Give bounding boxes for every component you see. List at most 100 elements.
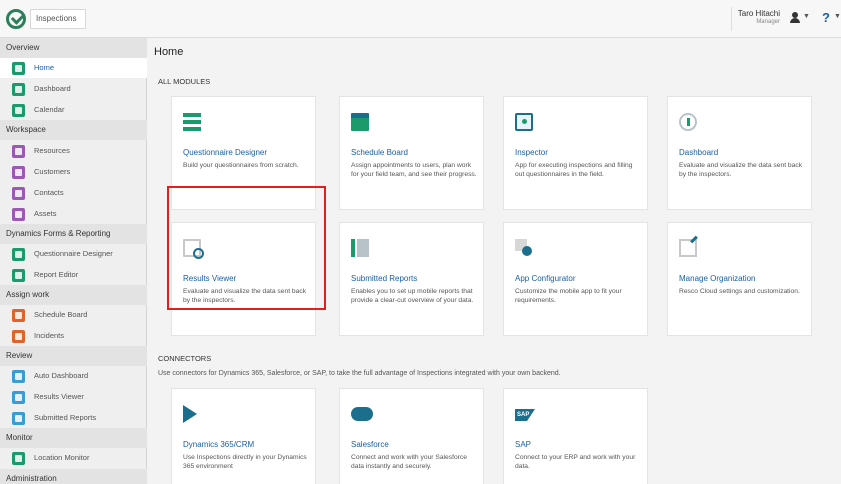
questionnaire-icon (12, 248, 25, 261)
sidebar-section-review: Review (0, 346, 147, 366)
sidebar-item-label: Results Viewer (34, 392, 84, 401)
results-viewer-highlight (167, 186, 326, 310)
module-card-inspector[interactable]: Inspector App for executing inspections … (503, 96, 648, 210)
connector-card-dynamics-365[interactable]: Dynamics 365/CRM Use Inspections directl… (171, 388, 316, 484)
module-card-submitted-reports[interactable]: Submitted Reports Enables you to set up … (339, 222, 484, 336)
report-editor-icon (12, 269, 25, 282)
results-viewer-icon (12, 391, 25, 404)
sidebar-section-assign-work: Assign work (0, 285, 147, 305)
sidebar-section-overview: Overview (0, 38, 147, 58)
location-monitor-icon (12, 452, 25, 465)
incidents-icon (12, 330, 25, 343)
salesforce-icon (351, 407, 373, 421)
module-description: Evaluate and visualize the data sent bac… (679, 162, 803, 178)
connector-description: Use Inspections directly in your Dynamic… (183, 454, 307, 470)
submitted-reports-icon (12, 412, 25, 425)
module-card-manage-organization[interactable]: Manage Organization Resco Cloud settings… (667, 222, 812, 336)
module-description: App for executing inspections and fillin… (515, 162, 633, 178)
connector-description: Connect to your ERP and work with your d… (515, 454, 636, 470)
module-title: Manage Organization (679, 274, 756, 283)
sidebar-item-location-monitor[interactable]: Location Monitor (0, 448, 147, 468)
module-card-dashboard[interactable]: Dashboard Evaluate and visualize the dat… (667, 96, 812, 210)
module-title: App Configurator (515, 274, 576, 283)
sidebar-item-label: Location Monitor (34, 453, 90, 462)
connector-title: Dynamics 365/CRM (183, 440, 255, 449)
chevron-down-icon[interactable]: ▼ (834, 13, 841, 20)
module-title: Schedule Board (351, 148, 408, 157)
sidebar: Overview Home Dashboard Calendar Workspa… (0, 38, 147, 484)
schedule-icon (12, 309, 25, 322)
auto-dashboard-icon (12, 370, 25, 383)
module-title: Submitted Reports (351, 274, 418, 283)
home-icon (12, 62, 25, 75)
sidebar-item-report-editor[interactable]: Report Editor (0, 265, 147, 285)
module-title: Questionnaire Designer (183, 148, 268, 157)
module-description: Build your questionnaires from scratch. (183, 162, 299, 169)
module-title: Inspector (515, 148, 548, 157)
dynamics-icon (183, 405, 197, 423)
gear-icon (515, 239, 532, 256)
sidebar-item-label: Report Editor (34, 270, 79, 279)
reports-icon (351, 239, 369, 257)
sidebar-item-label: Questionnaire Designer (34, 249, 113, 258)
page-title: Home (154, 46, 184, 58)
sidebar-item-label: Resources (34, 146, 70, 155)
connector-card-salesforce[interactable]: Salesforce Connect and work with your Sa… (339, 388, 484, 484)
connectors-heading: CONNECTORS (158, 354, 212, 363)
sidebar-section-administration: Administration (0, 469, 147, 484)
sidebar-item-resources[interactable]: Resources (0, 141, 147, 161)
sidebar-item-questionnaire-designer[interactable]: Questionnaire Designer (0, 244, 147, 264)
sidebar-item-auto-dashboard[interactable]: Auto Dashboard (0, 366, 147, 386)
organization-icon (679, 239, 697, 257)
module-card-app-configurator[interactable]: App Configurator Customize the mobile ap… (503, 222, 648, 336)
schedule-icon (351, 113, 369, 131)
sidebar-item-results-viewer[interactable]: Results Viewer (0, 387, 147, 407)
module-card-schedule-board[interactable]: Schedule Board Assign appointments to us… (339, 96, 484, 210)
user-role: Manager (756, 19, 780, 25)
sidebar-item-label: Home (34, 63, 55, 72)
sidebar-section-forms-reporting: Dynamics Forms & Reporting (0, 224, 147, 244)
sidebar-item-customers[interactable]: Customers (0, 162, 147, 182)
module-description: Resco Cloud settings and customization. (679, 288, 800, 295)
sidebar-item-label: Customers (34, 167, 71, 176)
app-logo-icon[interactable] (6, 9, 26, 29)
connector-title: SAP (515, 440, 532, 449)
sidebar-item-label: Contacts (34, 188, 64, 197)
sidebar-item-calendar[interactable]: Calendar (0, 100, 147, 120)
connectors-description: Use connectors for Dynamics 365, Salesfo… (158, 370, 561, 377)
module-description: Assign appointments to users, plan work … (351, 162, 477, 178)
help-icon[interactable]: ? (822, 10, 830, 25)
sidebar-item-incidents[interactable]: Incidents (0, 326, 147, 346)
app-title[interactable]: Inspections (30, 9, 86, 29)
chevron-down-icon[interactable]: ▼ (803, 13, 810, 20)
sidebar-item-label: Calendar (34, 105, 65, 114)
sidebar-item-dashboard[interactable]: Dashboard (0, 79, 147, 99)
sidebar-section-monitor: Monitor (0, 428, 147, 448)
connector-card-sap[interactable]: SAP SAP Connect to your ERP and work wit… (503, 388, 648, 484)
sidebar-item-label: Dashboard (34, 84, 71, 93)
dashboard-icon (679, 113, 697, 131)
module-title: Dashboard (679, 148, 719, 157)
dashboard-icon (12, 83, 25, 96)
sidebar-item-assets[interactable]: Assets (0, 204, 147, 224)
sidebar-item-label: Incidents (34, 331, 65, 340)
connector-title: Salesforce (351, 440, 389, 449)
sap-icon: SAP (515, 409, 535, 421)
sidebar-item-label: Schedule Board (34, 310, 88, 319)
sidebar-item-label: Submitted Reports (34, 413, 97, 422)
sidebar-item-label: Auto Dashboard (34, 371, 89, 380)
sidebar-item-home[interactable]: Home (0, 58, 147, 78)
customers-icon (12, 166, 25, 179)
user-name: Taro Hitachi (737, 9, 780, 18)
connector-description: Connect and work with your Salesforce da… (351, 454, 467, 470)
calendar-icon (12, 104, 25, 117)
sidebar-item-contacts[interactable]: Contacts (0, 183, 147, 203)
user-icon[interactable] (789, 12, 801, 24)
questionnaire-icon (183, 113, 201, 131)
module-description: Customize the mobile app to fit your req… (515, 288, 622, 304)
top-bar: Inspections Taro Hitachi Manager ▼ ? ▼ (0, 0, 841, 38)
sidebar-item-submitted-reports[interactable]: Submitted Reports (0, 408, 147, 428)
assets-icon (12, 208, 25, 221)
sidebar-section-workspace: Workspace (0, 120, 147, 140)
sidebar-item-schedule-board[interactable]: Schedule Board (0, 305, 147, 325)
